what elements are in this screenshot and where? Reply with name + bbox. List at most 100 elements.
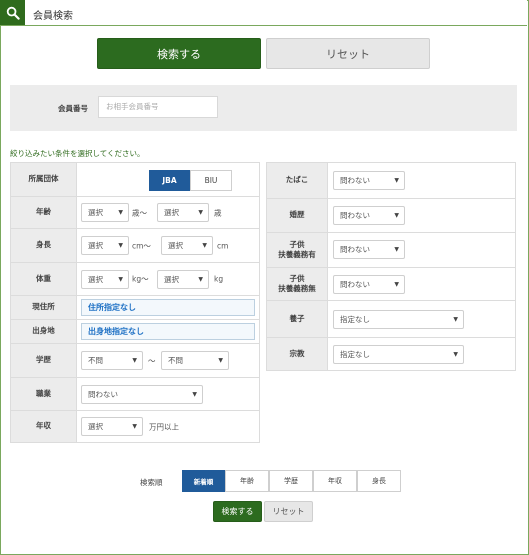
left-filter-table: 所属団体 JBA BIU 年齢 選択 ▼ 歳〜 選択 ▼ 歳 身長 選択 ▼ cm〜 … xyxy=(10,162,260,443)
search-button[interactable]: 検索する xyxy=(97,38,261,69)
marriage-history-select[interactable]: 問わない ▼ xyxy=(333,206,405,225)
income-value: 選択 xyxy=(88,422,103,431)
children-independent-label: 子供 扶養義務無 xyxy=(266,267,328,301)
children-independent-cell: 問わない ▼ xyxy=(327,267,516,301)
weight-to-value: 選択 xyxy=(164,275,179,284)
weight-from-select[interactable]: 選択 ▼ xyxy=(81,270,129,289)
affiliation-cell: JBA BIU xyxy=(76,162,260,197)
chevron-down-icon: ▼ xyxy=(453,351,458,358)
tobacco-select[interactable]: 問わない ▼ xyxy=(333,171,405,190)
children-dependent-label-line1: 子供 xyxy=(289,239,305,249)
children-independent-label-line1: 子供 xyxy=(289,273,305,283)
filter-instruction: 絞り込みたい条件を選択してください。 xyxy=(10,149,145,158)
children-dependent-label: 子供 扶養義務有 xyxy=(266,232,328,268)
birthplace-field[interactable]: 出身地指定なし xyxy=(81,323,255,340)
search-icon xyxy=(0,0,25,25)
adoption-value: 指定なし xyxy=(340,315,370,324)
age-to-unit: 歳 xyxy=(214,208,222,217)
height-from-select[interactable]: 選択 ▼ xyxy=(81,236,129,255)
adoption-cell: 指定なし ▼ xyxy=(327,300,516,338)
marriage-history-label: 婚歴 xyxy=(266,198,328,233)
affiliation-label: 所属団体 xyxy=(10,162,77,197)
member-number-label: 会員番号 xyxy=(58,104,88,113)
sort-option-education[interactable]: 学歴 xyxy=(269,470,313,492)
age-from-select[interactable]: 選択 ▼ xyxy=(81,203,129,222)
birthplace-label: 出身地 xyxy=(10,319,77,344)
chevron-down-icon: ▼ xyxy=(118,276,123,283)
religion-select[interactable]: 指定なし ▼ xyxy=(333,345,464,364)
height-label: 身長 xyxy=(10,228,77,263)
sort-option-newest[interactable]: 新着順 xyxy=(182,470,225,492)
chevron-down-icon: ▼ xyxy=(394,212,399,219)
member-number-input[interactable]: お相手会員番号 xyxy=(98,96,218,118)
affiliation-option-biu[interactable]: BIU xyxy=(190,170,232,191)
children-dependent-cell: 問わない ▼ xyxy=(327,232,516,268)
education-to-select[interactable]: 不問 ▼ xyxy=(161,351,229,370)
weight-to-select[interactable]: 選択 ▼ xyxy=(157,270,209,289)
weight-label: 体重 xyxy=(10,262,77,296)
chevron-down-icon: ▼ xyxy=(202,242,207,249)
age-from-value: 選択 xyxy=(88,208,103,217)
age-to-value: 選択 xyxy=(164,208,179,217)
religion-cell: 指定なし ▼ xyxy=(327,337,516,371)
age-from-unit: 歳〜 xyxy=(132,208,147,217)
age-cell: 選択 ▼ 歳〜 選択 ▼ 歳 xyxy=(76,196,260,229)
sort-order-label: 検索順 xyxy=(140,478,163,487)
occupation-label: 職業 xyxy=(10,377,77,411)
chevron-down-icon: ▼ xyxy=(118,242,123,249)
birthplace-cell: 出身地指定なし xyxy=(76,319,260,344)
children-dependent-label-line2: 扶養義務有 xyxy=(278,250,316,259)
height-cell: 選択 ▼ cm〜 選択 ▼ cm xyxy=(76,228,260,263)
children-independent-label-line2: 扶養義務無 xyxy=(278,284,316,293)
height-to-value: 選択 xyxy=(168,241,183,250)
height-from-unit: cm〜 xyxy=(132,241,151,250)
affiliation-option-jba[interactable]: JBA xyxy=(149,170,190,191)
weight-from-unit: kg〜 xyxy=(132,274,149,284)
chevron-down-icon: ▼ xyxy=(132,357,137,364)
reset-button[interactable]: リセット xyxy=(266,38,430,69)
chevron-down-icon: ▼ xyxy=(394,177,399,184)
sort-option-age[interactable]: 年齢 xyxy=(225,470,269,492)
chevron-down-icon: ▼ xyxy=(453,316,458,323)
income-unit: 万円以上 xyxy=(149,422,179,431)
bottom-reset-button[interactable]: リセット xyxy=(264,501,313,522)
chevron-down-icon: ▼ xyxy=(198,209,203,216)
education-from-value: 不問 xyxy=(88,356,103,365)
age-to-select[interactable]: 選択 ▼ xyxy=(157,203,209,222)
right-filter-table: たばこ 問わない ▼ 婚歴 問わない ▼ 子供 扶養義務有 問わない ▼ 子供 扶養義… xyxy=(266,162,516,371)
bottom-search-button[interactable]: 検索する xyxy=(213,501,262,522)
occupation-select[interactable]: 問わない ▼ xyxy=(81,385,203,404)
height-from-value: 選択 xyxy=(88,241,103,250)
chevron-down-icon: ▼ xyxy=(394,246,399,253)
age-label: 年齢 xyxy=(10,196,77,229)
residence-field[interactable]: 住所指定なし xyxy=(81,299,255,316)
weight-to-unit: kg xyxy=(214,274,224,284)
education-separator: 〜 xyxy=(148,356,156,365)
residence-label: 現住所 xyxy=(10,295,77,320)
children-dependent-value: 問わない xyxy=(340,245,370,254)
marriage-history-value: 問わない xyxy=(340,211,370,220)
height-to-unit: cm xyxy=(217,241,229,250)
occupation-cell: 問わない ▼ xyxy=(76,377,260,411)
adoption-label: 養子 xyxy=(266,300,328,338)
income-select[interactable]: 選択 ▼ xyxy=(81,417,143,436)
marriage-history-cell: 問わない ▼ xyxy=(327,198,516,233)
children-independent-value: 問わない xyxy=(340,280,370,289)
sort-option-income[interactable]: 年収 xyxy=(313,470,357,492)
chevron-down-icon: ▼ xyxy=(198,276,203,283)
education-cell: 不問 ▼ 〜 不問 ▼ xyxy=(76,343,260,378)
weight-cell: 選択 ▼ kg〜 選択 ▼ kg xyxy=(76,262,260,296)
adoption-select[interactable]: 指定なし ▼ xyxy=(333,310,464,329)
page-title: 会員検索 xyxy=(33,11,73,22)
tobacco-value: 問わない xyxy=(340,176,370,185)
occupation-value: 問わない xyxy=(88,390,118,399)
children-dependent-select[interactable]: 問わない ▼ xyxy=(333,240,405,259)
chevron-down-icon: ▼ xyxy=(218,357,223,364)
tobacco-label: たばこ xyxy=(266,162,328,199)
height-to-select[interactable]: 選択 ▼ xyxy=(161,236,213,255)
income-cell: 選択 ▼ 万円以上 xyxy=(76,410,260,443)
children-independent-select[interactable]: 問わない ▼ xyxy=(333,275,405,294)
chevron-down-icon: ▼ xyxy=(118,209,123,216)
sort-option-height[interactable]: 身長 xyxy=(357,470,401,492)
education-from-select[interactable]: 不問 ▼ xyxy=(81,351,143,370)
